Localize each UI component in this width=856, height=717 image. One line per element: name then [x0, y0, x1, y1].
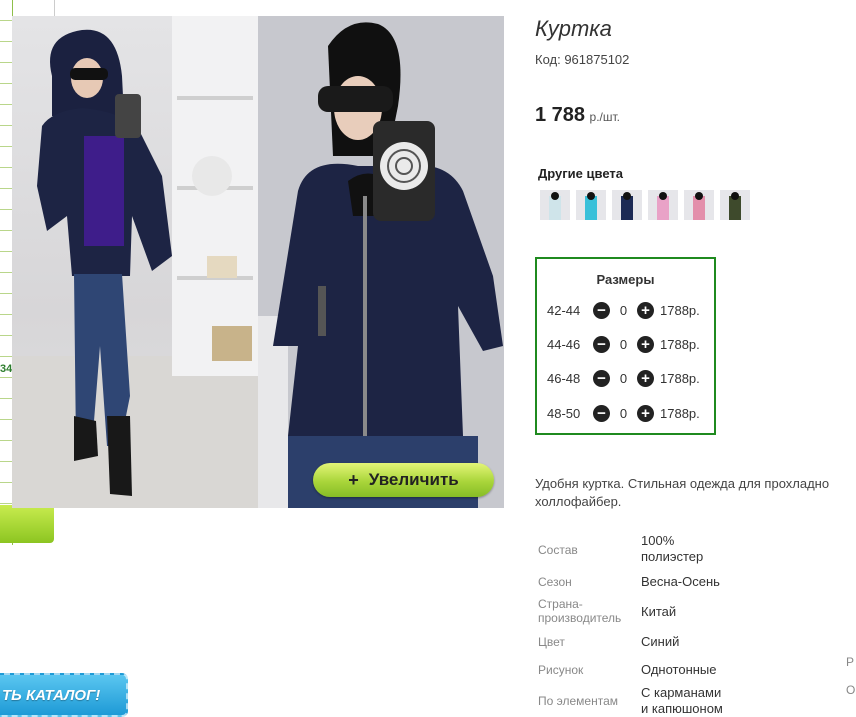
color-swatches	[540, 190, 750, 220]
property-key: Цвет	[538, 635, 565, 649]
sizes-box: Размеры 42-44 − 0 + 1788р. 44-46 − 0 + 1…	[535, 257, 716, 435]
minus-icon[interactable]: −	[593, 369, 610, 387]
size-label: 42-44	[547, 302, 581, 318]
size-price: 1788р.	[660, 405, 700, 421]
size-price: 1788р.	[660, 336, 700, 352]
property-key: Рисунок	[538, 663, 584, 677]
catalog-button[interactable]: ТЬ КАТАЛОГ!	[0, 673, 128, 717]
property-value: Однотонные	[641, 662, 717, 677]
color-swatch[interactable]	[684, 190, 714, 220]
property-key: По элементам	[538, 694, 619, 708]
plus-icon[interactable]: +	[637, 335, 654, 353]
minus-icon[interactable]: −	[593, 404, 610, 422]
sidebar-green-tab[interactable]	[0, 505, 54, 543]
property-key: Страна- производитель	[538, 597, 622, 625]
quantity-value[interactable]: 0	[610, 303, 637, 318]
plus-icon[interactable]: +	[637, 301, 654, 319]
product-description: Удобня куртка. Стильная одежда для прохл…	[535, 476, 830, 509]
product-code: Код: 961875102	[535, 52, 630, 67]
product-photo-main[interactable]	[12, 16, 258, 508]
minus-icon[interactable]: −	[593, 335, 610, 353]
size-row: 48-50 − 0 + 1788р.	[547, 403, 700, 423]
price-value: 1 788	[535, 104, 586, 126]
property-value: Весна-Осень	[641, 574, 720, 589]
minus-icon[interactable]: −	[593, 301, 610, 319]
color-swatch[interactable]	[720, 190, 750, 220]
property-value: С карманами и капюшоном	[641, 685, 723, 716]
truncated-label: О	[846, 683, 856, 697]
property-value: Синий	[641, 634, 680, 649]
size-price: 1788р.	[660, 370, 700, 386]
zoom-label: Увеличить	[368, 470, 459, 489]
size-price: 1788р.	[660, 302, 700, 318]
quantity-value[interactable]: 0	[610, 371, 637, 386]
size-label: 46-48	[547, 370, 581, 386]
plus-icon: +	[348, 469, 359, 490]
size-label: 48-50	[547, 405, 581, 421]
color-swatch[interactable]	[540, 190, 570, 220]
product-price: 1 788 р./шт.	[535, 104, 620, 127]
divider	[54, 0, 55, 16]
size-row: 42-44 − 0 + 1788р.	[547, 300, 700, 320]
price-unit: р./шт.	[589, 110, 620, 124]
size-row: 46-48 − 0 + 1788р.	[547, 368, 700, 388]
color-swatch[interactable]	[612, 190, 642, 220]
color-swatch[interactable]	[648, 190, 678, 220]
sizes-heading: Размеры	[596, 272, 655, 287]
product-title: Куртка	[535, 16, 612, 41]
other-colors-heading: Другие цвета	[538, 166, 623, 181]
quantity-value[interactable]: 0	[610, 337, 637, 352]
property-key: Состав	[538, 543, 578, 557]
quantity-value[interactable]: 0	[610, 406, 637, 421]
sidebar-number: 34	[0, 363, 13, 375]
size-label: 44-46	[547, 336, 581, 352]
property-value: Китай	[641, 604, 677, 619]
color-swatch[interactable]	[576, 190, 606, 220]
truncated-label: Р	[846, 655, 855, 669]
property-key: Сезон	[538, 575, 572, 589]
zoom-button[interactable]: + Увеличить	[313, 463, 494, 497]
plus-icon[interactable]: +	[637, 369, 654, 387]
product-photo-closeup[interactable]	[258, 16, 504, 508]
plus-icon[interactable]: +	[637, 404, 654, 422]
property-value: 100% полиэстер	[641, 533, 704, 564]
size-row: 44-46 − 0 + 1788р.	[547, 334, 700, 354]
